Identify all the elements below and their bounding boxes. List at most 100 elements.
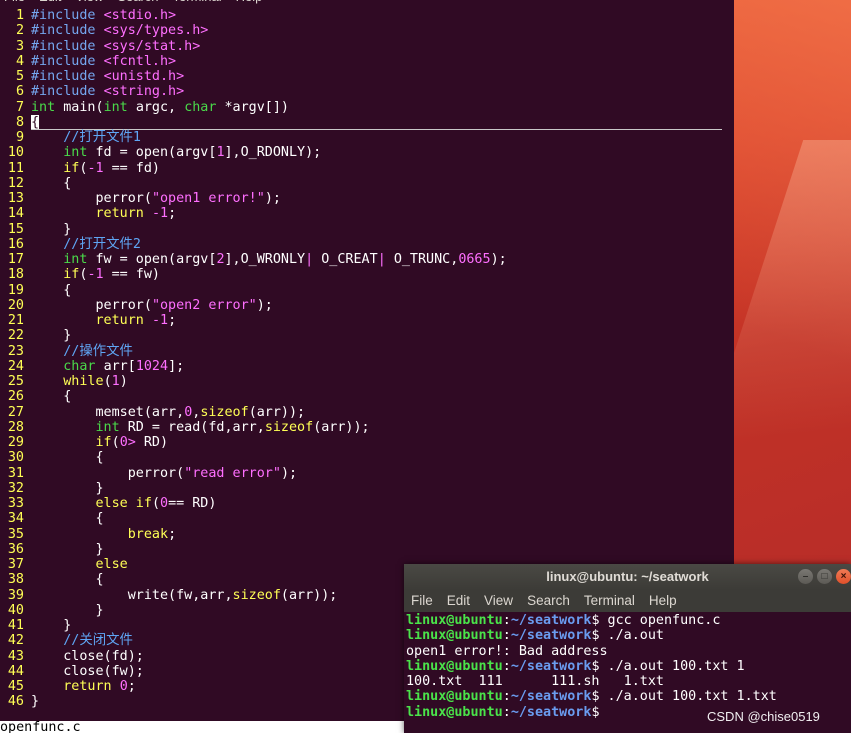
- code-token: char: [63, 358, 96, 374]
- code-line: 24 char arr[1024];: [0, 359, 734, 374]
- code-token: -1: [151, 206, 169, 222]
- code-token: RD = read(fd,arr,: [127, 419, 265, 435]
- prompt-user: linux@ubuntu: [406, 628, 503, 644]
- code-token: RD): [143, 435, 169, 450]
- vim-menu-view[interactable]: View: [75, 0, 103, 4]
- code-token: 1024: [135, 358, 169, 374]
- code-token: {: [31, 175, 72, 191]
- code-token: }: [31, 541, 104, 557]
- code-token: {: [31, 282, 72, 298]
- line-number: 15: [7, 221, 24, 237]
- vim-menu-terminal[interactable]: Terminal: [173, 0, 222, 4]
- close-button[interactable]: ×: [836, 569, 851, 584]
- maximize-button[interactable]: □: [817, 569, 832, 584]
- vim-menu-search[interactable]: Search: [117, 0, 158, 4]
- code-line: 20 perror("open2 error");: [0, 298, 734, 313]
- line-number: 2: [15, 23, 24, 39]
- code-token: int: [31, 99, 56, 115]
- vim-menu-edit[interactable]: Edit: [39, 0, 61, 4]
- line-number: 14: [7, 206, 24, 222]
- terminal-window[interactable]: linux@ubuntu: ~/seatwork – □ × File Edit V…: [404, 564, 851, 733]
- code-line: 11 if(-1 == fd): [0, 161, 734, 176]
- line-number: 26: [7, 389, 24, 405]
- terminal-line: linux@ubuntu:~/seatwork$ ./a.out 100.txt…: [406, 689, 851, 704]
- output-text: 100.txt 111 111.sh 1.txt: [406, 674, 664, 689]
- code-token: ;: [168, 526, 177, 542]
- code-token: ): [119, 374, 128, 389]
- terminal-output[interactable]: linux@ubuntu:~/seatwork$ gcc openfunc.c l…: [404, 612, 851, 720]
- code-token: perror(: [31, 297, 152, 313]
- prompt-path: ~/seatwork: [510, 689, 592, 705]
- code-token: == RD): [168, 496, 217, 511]
- prompt-symbol: $: [591, 658, 600, 674]
- code-token: {: [31, 511, 104, 527]
- code-line: 31 perror("read error");: [0, 466, 734, 481]
- line-number: 12: [7, 175, 24, 191]
- code-token: 0: [119, 435, 128, 450]
- code-line: 17 int fw = open(argv[2],O_WRONLY| O_CRE…: [0, 252, 734, 267]
- terminal-menu-edit[interactable]: Edit: [447, 590, 470, 612]
- terminal-menu-file[interactable]: File: [411, 590, 433, 612]
- code-token: <unistd.h>: [103, 69, 185, 84]
- terminal-line: linux@ubuntu:~/seatwork$ gcc openfunc.c: [406, 613, 851, 628]
- code-token: sizeof: [232, 587, 281, 603]
- terminal-menubar: File Edit View Search Terminal Help: [404, 590, 851, 612]
- code-line: 8{: [0, 114, 734, 130]
- code-token: "read error": [184, 465, 281, 481]
- code-line: 5 #include <unistd.h>: [0, 69, 734, 84]
- code-token: -1: [87, 267, 104, 283]
- code-line: 9 //打开文件1: [0, 130, 734, 145]
- vim-menu-help[interactable]: Help: [236, 0, 263, 4]
- code-token: |: [377, 252, 386, 267]
- code-token: fw = open(argv[: [95, 252, 217, 267]
- terminal-menu-search[interactable]: Search: [527, 590, 570, 612]
- prompt-user: linux@ubuntu: [406, 704, 503, 720]
- code-token: <sys/types.h>: [103, 23, 209, 39]
- code-token: #include: [31, 38, 104, 54]
- line-number: 43: [7, 648, 24, 664]
- line-number: 21: [7, 313, 24, 328]
- code-token: arr[: [103, 358, 136, 374]
- code-token: ],O_WRONLY: [224, 252, 306, 267]
- code-token: <fcntl.h>: [103, 53, 177, 69]
- line-number: 37: [7, 557, 24, 572]
- code-line: 18 if(-1 == fw): [0, 267, 734, 282]
- code-token: #include: [31, 53, 104, 69]
- line-number: 5: [15, 69, 24, 84]
- code-token: );: [280, 465, 298, 481]
- code-token: close(fd);: [31, 648, 144, 664]
- prompt-user: linux@ubuntu: [406, 613, 503, 628]
- code-token: }: [31, 602, 104, 618]
- code-token: else if: [95, 496, 152, 511]
- code-token: break: [127, 526, 169, 542]
- vim-menu-file[interactable]: File: [4, 0, 25, 4]
- code-token: "open1 error!": [151, 191, 265, 206]
- terminal-menu-help[interactable]: Help: [649, 590, 677, 612]
- terminal-menu-terminal[interactable]: Terminal: [584, 590, 635, 612]
- minimize-button[interactable]: –: [798, 569, 813, 584]
- line-number: 20: [7, 297, 24, 313]
- code-line: 28 int RD = read(fd,arr,sizeof(arr));: [0, 420, 734, 435]
- code-line: 32 }: [0, 481, 734, 496]
- line-number: 44: [7, 663, 24, 679]
- code-token: if: [63, 267, 80, 283]
- terminal-menu-view[interactable]: View: [484, 590, 513, 612]
- terminal-titlebar[interactable]: linux@ubuntu: ~/seatwork – □ ×: [404, 564, 851, 590]
- code-token: fd = open(argv[: [95, 145, 217, 161]
- prompt-separator: :: [502, 704, 511, 720]
- code-token: //打开文件1: [63, 130, 141, 145]
- code-token: perror(: [31, 465, 185, 481]
- code-line: 35 break;: [0, 527, 734, 542]
- code-token: ;: [168, 313, 177, 328]
- code-token: }: [31, 480, 104, 496]
- code-token: }: [31, 694, 40, 710]
- command-text: gcc openfunc.c: [599, 613, 721, 628]
- code-line: 4 #include <fcntl.h>: [0, 54, 734, 69]
- watermark: CSDN @chise0519: [707, 709, 820, 724]
